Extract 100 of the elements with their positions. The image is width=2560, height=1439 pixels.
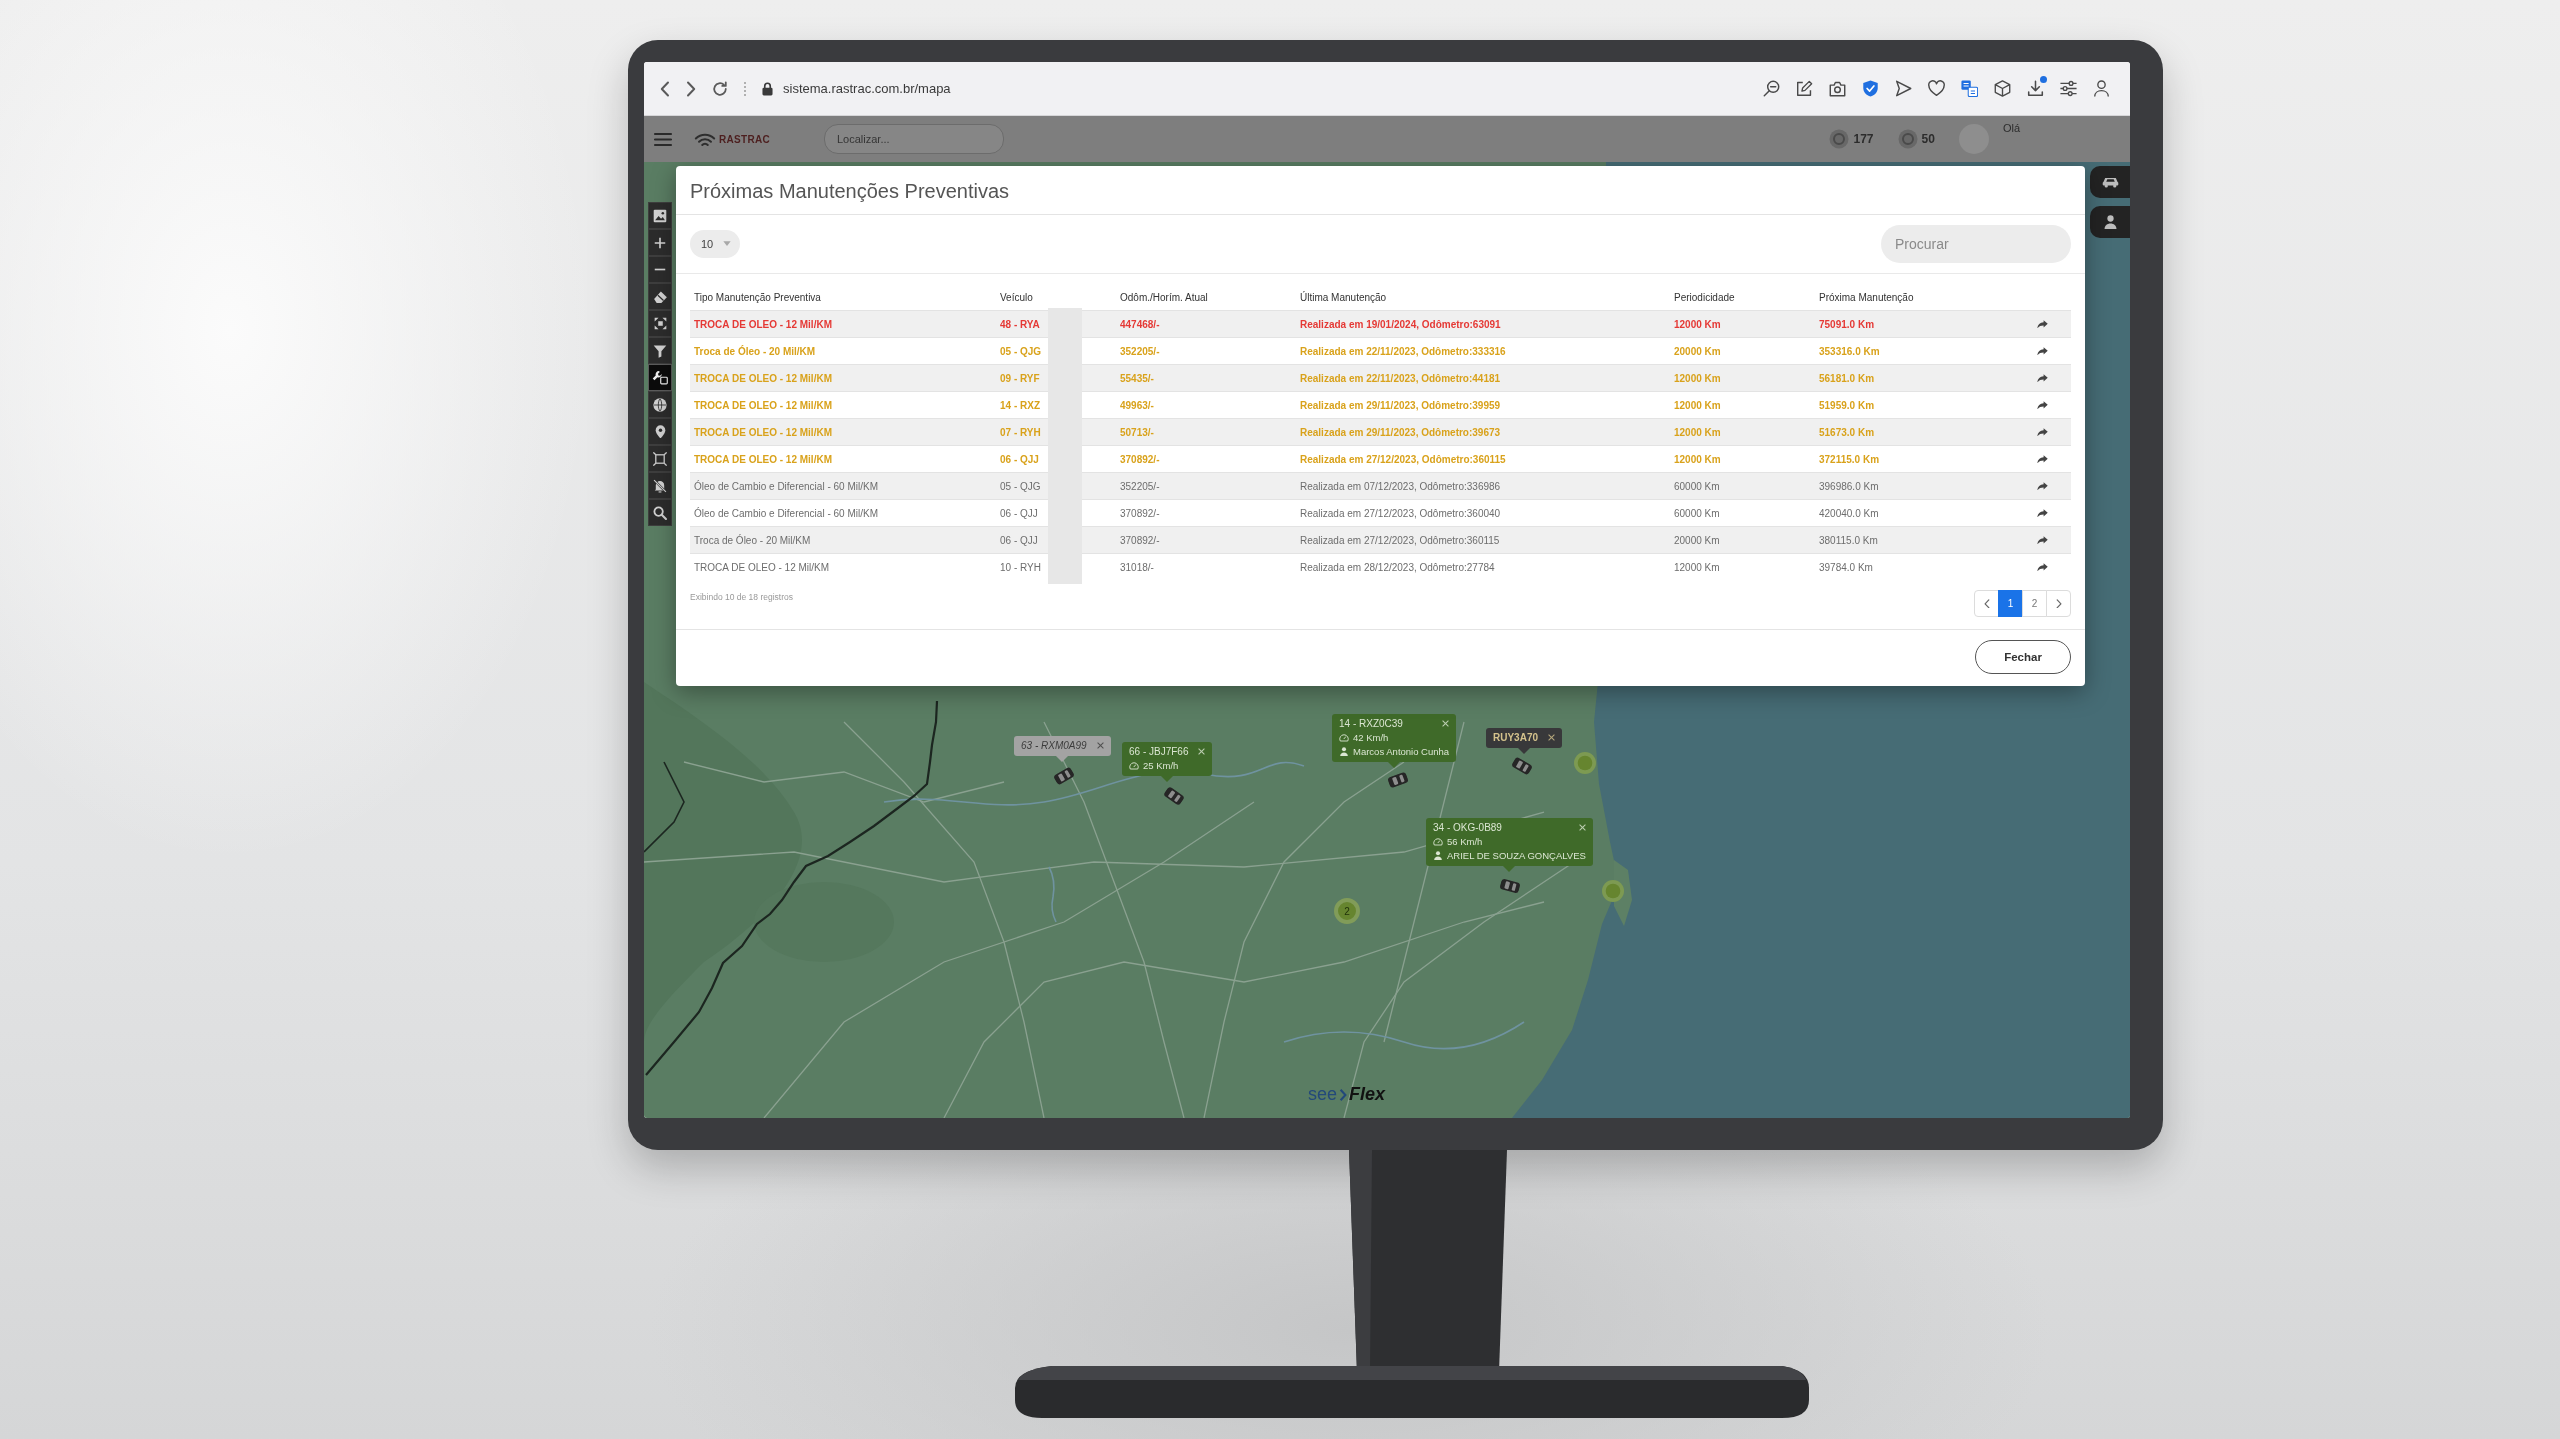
table-cell-text: 07 - RYH bbox=[999, 426, 1042, 438]
cube-icon[interactable] bbox=[1994, 80, 2011, 97]
page-size-select[interactable]: 10 bbox=[690, 230, 741, 258]
lock-icon bbox=[762, 81, 773, 96]
table-cell-text: 12000 Km bbox=[1673, 372, 1722, 384]
table-cell-text: 05 - QJG bbox=[999, 345, 1043, 357]
wifi-logo-icon bbox=[694, 131, 716, 147]
map-tool-button[interactable] bbox=[648, 499, 672, 526]
vehicle-plate: 63 - RXM0A99 bbox=[1021, 740, 1087, 751]
address-field[interactable]: sistema.rastrac.com.br/mapa bbox=[783, 81, 951, 96]
map-tool-button[interactable] bbox=[648, 283, 672, 310]
eraser-icon bbox=[652, 289, 668, 304]
table-cell-text: TROCA DE OLEO - 12 Mil/KM bbox=[693, 318, 833, 330]
logo-text: see bbox=[1308, 1084, 1338, 1105]
map-tool-button[interactable] bbox=[648, 310, 672, 337]
close-icon[interactable] bbox=[1096, 742, 1104, 749]
table-cell-text: 51673.0 Km bbox=[1818, 426, 1876, 438]
table-cell-text: 60000 Km bbox=[1673, 480, 1721, 492]
driver-name: Marcos Antonio Cunha bbox=[1353, 746, 1450, 757]
send-icon[interactable] bbox=[1895, 80, 1912, 97]
table-cell-text: 372115.0 Km bbox=[1818, 453, 1881, 465]
page-button[interactable]: 2 bbox=[2022, 590, 2047, 617]
table-cell-text: 14 - RXZ bbox=[999, 399, 1041, 411]
table-cell-text: 370892/- bbox=[1119, 507, 1161, 519]
table-cell-text: Realizada em 19/01/2024, Odômetro:63091 bbox=[1299, 318, 1502, 330]
logo-text: Flex bbox=[1349, 1084, 1386, 1105]
table-cell-text: 352205/- bbox=[1119, 480, 1161, 492]
pin-icon bbox=[654, 424, 666, 439]
translate-icon[interactable] bbox=[1961, 80, 1978, 97]
shield-icon[interactable] bbox=[1862, 80, 1879, 97]
table-cell-text: 39784.0 Km bbox=[1818, 561, 1874, 573]
map-tool-button[interactable] bbox=[648, 202, 672, 229]
reload-icon[interactable] bbox=[712, 80, 728, 97]
table-cell-text: Realizada em 07/12/2023, Odômetro:336986 bbox=[1299, 480, 1502, 492]
popup-pointer-icon bbox=[1388, 762, 1401, 768]
table-cell-text: 09 - RYF bbox=[999, 372, 1041, 384]
table-cell-text: Realizada em 27/12/2023, Odômetro:360040 bbox=[1299, 507, 1502, 519]
table-cell-text: Realizada em 22/11/2023, Odômetro:44181 bbox=[1299, 372, 1502, 384]
camera-icon[interactable] bbox=[1829, 80, 1846, 97]
forward-arrow-icon[interactable] bbox=[2037, 427, 2048, 437]
table-cell-text: Realizada em 27/12/2023, Odômetro:360115 bbox=[1299, 453, 1507, 465]
table-cell-text: TROCA DE OLEO - 12 Mil/KM bbox=[693, 372, 833, 384]
side-panel-button[interactable] bbox=[2090, 166, 2130, 198]
forward-arrow-icon[interactable] bbox=[2037, 562, 2048, 572]
download-icon[interactable] bbox=[2027, 80, 2044, 97]
table-cell-text: 31018/- bbox=[1119, 561, 1155, 573]
map-tool-button[interactable] bbox=[648, 472, 672, 499]
globe-icon bbox=[653, 397, 667, 412]
table-cell-text: 49963/- bbox=[1119, 399, 1155, 411]
vehicle-plate: 66 - JBJ7F66 bbox=[1129, 746, 1189, 757]
forward-arrow-icon[interactable] bbox=[2037, 346, 2048, 356]
previous-page-button[interactable] bbox=[1974, 590, 1999, 617]
forward-arrow-icon[interactable] bbox=[2037, 508, 2048, 518]
table-cell-text: Troca de Óleo - 20 Mil/KM bbox=[693, 345, 817, 357]
close-button[interactable]: Fechar bbox=[1975, 640, 2071, 674]
column-header: Veículo bbox=[999, 292, 1034, 303]
table-cell-text: 05 - QJG bbox=[999, 480, 1042, 492]
search-field[interactable]: Localizar... bbox=[824, 124, 1004, 154]
map-tool-button[interactable] bbox=[648, 418, 672, 445]
map-tool-button[interactable] bbox=[648, 337, 672, 364]
table-cell-text: 10 - RYH bbox=[999, 561, 1042, 573]
records-summary: Exibindo 10 de 18 registros bbox=[690, 592, 793, 602]
sliders-icon[interactable] bbox=[2060, 80, 2077, 97]
side-panel-button[interactable] bbox=[2090, 206, 2130, 238]
forward-arrow-icon[interactable] bbox=[2037, 454, 2048, 464]
table-cell-text: Óleo de Cambio e Diferencial - 60 Mil/KM bbox=[693, 480, 879, 492]
edit-icon[interactable] bbox=[1796, 80, 1813, 97]
column-header: Tipo Manutenção Preventiva bbox=[693, 292, 822, 303]
table-cell-text: 12000 Km bbox=[1673, 453, 1722, 465]
table-cell-text: 12000 Km bbox=[1673, 318, 1722, 330]
map-tool-button[interactable] bbox=[648, 391, 672, 418]
table-cell-text: 12000 Km bbox=[1673, 561, 1721, 573]
menu-icon[interactable] bbox=[654, 131, 672, 147]
driver-name: ARIEL DE SOUZA GONÇALVES bbox=[1447, 850, 1586, 861]
map-tool-button[interactable] bbox=[648, 229, 672, 256]
table-cell-text: 380115.0 Km bbox=[1818, 534, 1879, 546]
table-cell-text: Troca de Óleo - 20 Mil/KM bbox=[693, 534, 812, 546]
heart-icon[interactable] bbox=[1928, 80, 1945, 97]
forward-arrow-icon[interactable] bbox=[2037, 373, 2048, 383]
chevron-right-icon bbox=[2055, 598, 2062, 609]
back-icon[interactable] bbox=[660, 80, 670, 97]
zoom-out-icon[interactable] bbox=[1763, 80, 1780, 97]
forward-arrow-icon[interactable] bbox=[2037, 535, 2048, 545]
table-cell-text: 06 - QJJ bbox=[999, 534, 1039, 546]
counter-value: 177 bbox=[1853, 132, 1874, 146]
forward-arrow-icon[interactable] bbox=[2037, 481, 2048, 491]
table-cell-text: Realizada em 28/12/2023, Odômetro:27784 bbox=[1299, 561, 1496, 573]
forward-arrow-icon[interactable] bbox=[2037, 319, 2048, 329]
forward-arrow-icon[interactable] bbox=[2037, 400, 2048, 410]
column-header: Última Manutenção bbox=[1299, 292, 1388, 303]
car-icon[interactable] bbox=[1498, 877, 1522, 895]
map-tool-button[interactable] bbox=[648, 445, 672, 472]
logo-text: RASTRAC bbox=[719, 133, 770, 145]
forward-icon[interactable] bbox=[686, 80, 696, 97]
map-tool-button[interactable] bbox=[648, 364, 672, 391]
profile-icon[interactable] bbox=[2093, 80, 2110, 97]
table-cell-text: Realizada em 29/11/2023, Odômetro:39959 bbox=[1299, 399, 1502, 411]
page-button[interactable]: 1 bbox=[1998, 590, 2023, 617]
search-field[interactable]: Procurar bbox=[1881, 225, 2071, 263]
speedometer-icon bbox=[1339, 733, 1349, 742]
